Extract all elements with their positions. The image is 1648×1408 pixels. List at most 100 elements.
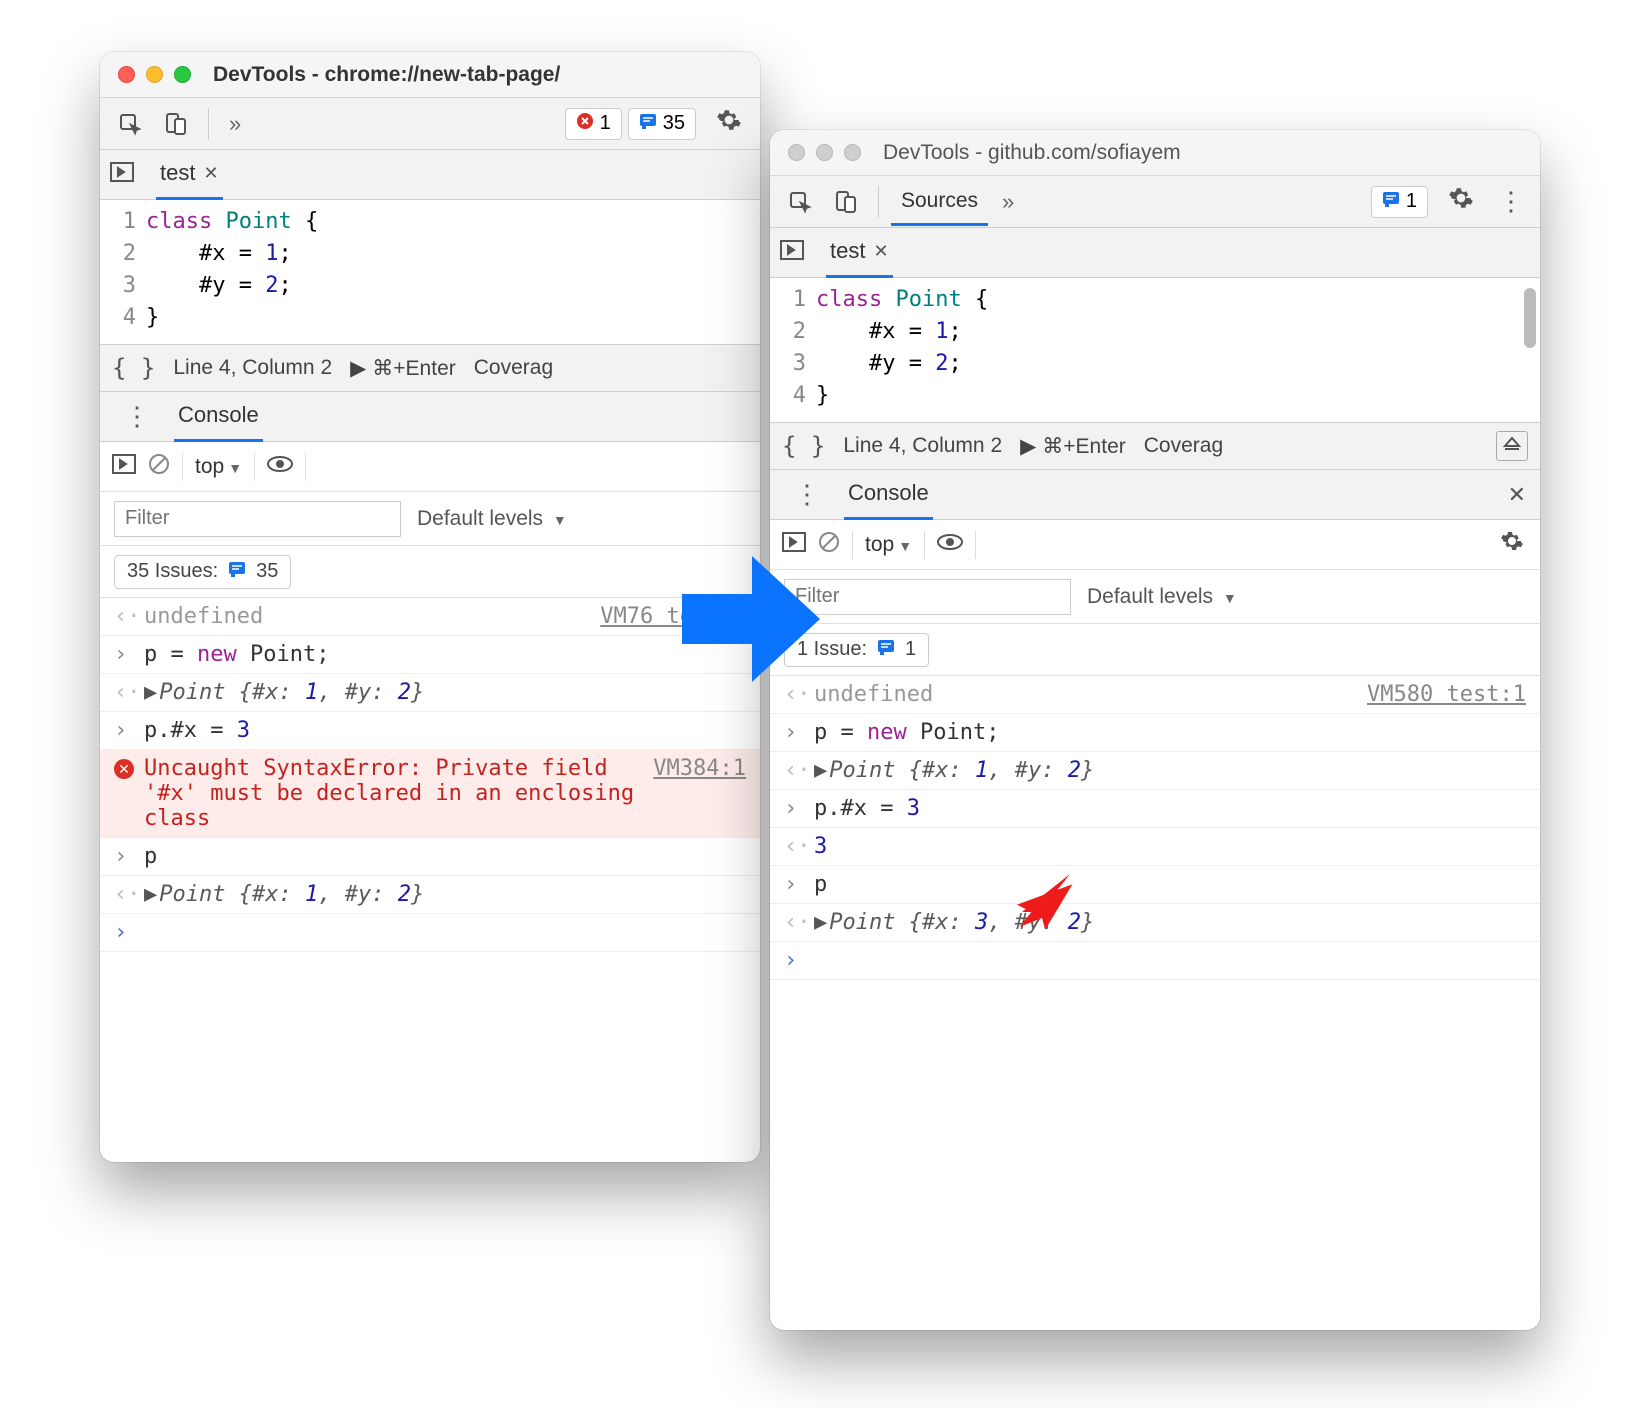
message-icon: [1382, 190, 1400, 214]
more-tabs-icon[interactable]: »: [994, 189, 1022, 215]
console-row[interactable]: ‹·undefinedVM76 test:1: [100, 598, 760, 636]
device-icon[interactable]: [826, 182, 866, 222]
file-tab-test[interactable]: test ✕: [826, 227, 893, 278]
titlebar[interactable]: DevTools - chrome://new-tab-page/: [100, 52, 760, 98]
file-tab-test[interactable]: test ✕: [156, 149, 223, 200]
console-row[interactable]: ✕ Uncaught SyntaxError: Private field '#x…: [100, 750, 760, 838]
minimize-icon[interactable]: [146, 66, 163, 83]
console-log[interactable]: ‹·undefinedVM76 test:1›p = new Point;‹·▶…: [100, 598, 760, 952]
more-tabs-icon[interactable]: »: [221, 111, 249, 137]
console-row[interactable]: ‹·3: [770, 828, 1540, 866]
show-sidebar-icon[interactable]: [112, 454, 136, 480]
code-editor[interactable]: 1234 class Point { #x = 1; #y = 2; }: [100, 200, 760, 344]
close-tab-icon[interactable]: ✕: [203, 163, 218, 184]
message-icon: [639, 112, 657, 136]
more-icon[interactable]: ⋮: [784, 479, 826, 510]
divider: [208, 108, 209, 140]
console-toolbar: top▼: [770, 520, 1540, 570]
editor-statusbar: { } Line 4, Column 2 ▶ ⌘+Enter Coverag: [770, 422, 1540, 470]
divider: [924, 531, 925, 559]
run-hint[interactable]: ▶ ⌘+Enter: [350, 356, 456, 381]
message-icon: [228, 560, 246, 584]
zoom-icon[interactable]: [844, 144, 861, 161]
clear-console-icon[interactable]: [148, 453, 170, 481]
console-row[interactable]: ›p.#x = 3: [770, 790, 1540, 828]
console-tab[interactable]: Console: [844, 469, 933, 520]
filter-input[interactable]: [114, 501, 401, 537]
live-expression-icon[interactable]: [267, 455, 293, 479]
sources-tab[interactable]: Sources: [891, 177, 988, 226]
code-body[interactable]: class Point { #x = 1; #y = 2; }: [146, 206, 318, 334]
console-row[interactable]: ‹·▶Point {#x: 1, #y: 2}: [100, 674, 760, 712]
context-selector[interactable]: top▼: [195, 455, 242, 479]
console-text: undefined: [814, 682, 1357, 707]
console-text: ▶Point {#x: 3, #y: 2}: [814, 910, 1526, 935]
show-navigator-icon[interactable]: [110, 162, 142, 187]
console-row[interactable]: ›p = new Point;: [100, 636, 760, 674]
console-row[interactable]: ‹·▶Point {#x: 3, #y: 2}: [770, 904, 1540, 942]
zoom-icon[interactable]: [174, 66, 191, 83]
window-title: DevTools - github.com/sofiayem: [883, 141, 1522, 165]
console-tab[interactable]: Console: [174, 391, 263, 442]
divider: [852, 531, 853, 559]
console-text: p = new Point;: [814, 720, 1526, 745]
console-log[interactable]: ‹·undefinedVM580 test:1›p = new Point;‹·…: [770, 676, 1540, 980]
source-link[interactable]: VM384:1: [653, 756, 746, 781]
filter-input[interactable]: [784, 579, 1071, 615]
console-text: Uncaught SyntaxError: Private field '#x'…: [144, 756, 643, 831]
gear-icon[interactable]: [1496, 529, 1528, 560]
gear-icon[interactable]: [1434, 185, 1482, 218]
console-row[interactable]: ›p = new Point;: [770, 714, 1540, 752]
error-icon: ✕: [114, 759, 134, 779]
coverage-label[interactable]: Coverag: [1144, 434, 1223, 458]
code-body[interactable]: class Point { #x = 1; #y = 2; }: [816, 284, 988, 412]
source-link[interactable]: VM580 test:1: [1367, 682, 1526, 707]
line-numbers: 1234: [770, 284, 816, 412]
pretty-print-icon[interactable]: { }: [782, 432, 825, 460]
close-tab-icon[interactable]: ✕: [873, 241, 888, 262]
close-icon[interactable]: [788, 144, 805, 161]
levels-selector[interactable]: Default levels ▼: [417, 507, 567, 531]
levels-selector[interactable]: Default levels ▼: [1087, 585, 1237, 609]
eject-icon[interactable]: [1496, 431, 1528, 461]
minimize-icon[interactable]: [816, 144, 833, 161]
close-drawer-icon[interactable]: ✕: [1508, 482, 1526, 508]
close-icon[interactable]: [118, 66, 135, 83]
console-row[interactable]: ›p: [770, 866, 1540, 904]
console-text: ▶Point {#x: 1, #y: 2}: [144, 680, 746, 705]
editor-statusbar: { } Line 4, Column 2 ▶ ⌘+Enter Coverag: [100, 344, 760, 392]
console-row[interactable]: ‹·▶Point {#x: 1, #y: 2}: [100, 876, 760, 914]
divider: [878, 186, 879, 218]
pretty-print-icon[interactable]: { }: [112, 354, 155, 382]
error-badge[interactable]: 1: [565, 108, 622, 140]
kebab-icon[interactable]: ⋮: [1488, 186, 1530, 217]
show-navigator-icon[interactable]: [780, 240, 812, 265]
divider: [182, 453, 183, 481]
titlebar[interactable]: DevTools - github.com/sofiayem: [770, 130, 1540, 176]
more-icon[interactable]: ⋮: [114, 401, 156, 432]
console-row[interactable]: ›: [770, 942, 1540, 980]
inspect-icon[interactable]: [780, 182, 820, 222]
scrollbar[interactable]: [1524, 288, 1536, 348]
messages-badge[interactable]: 1: [1371, 186, 1428, 218]
console-row[interactable]: ›: [100, 914, 760, 952]
context-selector[interactable]: top▼: [865, 533, 912, 557]
messages-badge[interactable]: 35: [628, 108, 696, 140]
gear-icon[interactable]: [702, 107, 750, 140]
error-icon: [576, 112, 594, 136]
console-row[interactable]: ‹·▶Point {#x: 1, #y: 2}: [770, 752, 1540, 790]
run-hint[interactable]: ▶ ⌘+Enter: [1020, 434, 1126, 459]
console-row[interactable]: ‹·undefinedVM580 test:1: [770, 676, 1540, 714]
filter-row: Default levels ▼: [100, 492, 760, 546]
divider: [305, 453, 306, 481]
console-row[interactable]: ›p.#x = 3: [100, 712, 760, 750]
console-row[interactable]: ›p: [100, 838, 760, 876]
messages-count: 35: [663, 112, 685, 135]
play-icon: ▶: [350, 356, 366, 381]
issues-badge[interactable]: 35 Issues: 35: [114, 555, 291, 589]
device-icon[interactable]: [156, 104, 196, 144]
inspect-icon[interactable]: [110, 104, 150, 144]
live-expression-icon[interactable]: [937, 533, 963, 557]
code-editor[interactable]: 1234 class Point { #x = 1; #y = 2; }: [770, 278, 1540, 422]
coverage-label[interactable]: Coverag: [474, 356, 553, 380]
